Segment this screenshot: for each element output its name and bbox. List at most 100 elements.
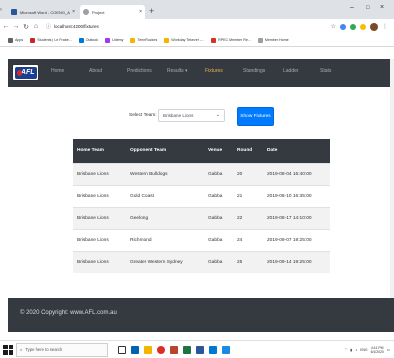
extension-icon[interactable] bbox=[350, 23, 356, 30]
search-icon: ⌕ bbox=[20, 347, 23, 352]
logo-text: AFL bbox=[20, 69, 35, 76]
word-icon[interactable] bbox=[196, 345, 204, 354]
home-team-cell: Brisbane Lions bbox=[73, 184, 126, 207]
input-language[interactable]: ENG bbox=[360, 348, 367, 352]
extension-icon[interactable] bbox=[360, 23, 366, 30]
nav-link-standings[interactable]: Standings bbox=[243, 66, 265, 76]
table-row: Brisbane Lions Geelong Gabba 22 2019-08-… bbox=[73, 206, 330, 229]
bookmark-item[interactable]: Member Home bbox=[257, 37, 289, 43]
home-team-cell: Brisbane Lions bbox=[73, 228, 126, 251]
table-row: Brisbane Lions Greater Western Sydney Ga… bbox=[73, 250, 330, 273]
bookmark-icon bbox=[30, 37, 36, 43]
nav-link-home[interactable]: Home bbox=[51, 66, 64, 76]
round-cell: 21 bbox=[233, 184, 263, 207]
chevron-left-icon: ‹ bbox=[0, 7, 2, 13]
browser-tab-strip: ‹ Microsoft Word - COENG_Assi × Project … bbox=[0, 0, 394, 19]
office-icon[interactable] bbox=[170, 345, 178, 354]
browser-toolbar: ← → ↻ ⌂ ⓘ localhost:4200/fixtures ☆ ⋮ bbox=[0, 19, 394, 34]
system-clock[interactable]: 4:41 PM 6/1/2020 bbox=[371, 346, 384, 354]
outlook-icon bbox=[78, 37, 84, 43]
show-fixtures-button[interactable]: Show Fixtures bbox=[237, 107, 274, 126]
forward-arrow-icon[interactable]: → bbox=[12, 23, 20, 30]
minimize-button[interactable]: – bbox=[350, 4, 354, 12]
close-tab-icon[interactable]: × bbox=[139, 9, 142, 15]
column-header: Venue bbox=[204, 139, 233, 163]
column-header: Home Team bbox=[73, 139, 126, 163]
venue-cell: Gabba bbox=[204, 228, 233, 251]
date-cell: 2019-08-10 16:35:00 bbox=[263, 184, 330, 207]
round-cell: 25 bbox=[233, 250, 263, 273]
chrome-icon[interactable] bbox=[157, 345, 165, 354]
close-tab-icon[interactable]: × bbox=[72, 9, 75, 15]
home-icon[interactable]: ⌂ bbox=[32, 23, 40, 30]
file-explorer-icon[interactable] bbox=[144, 345, 152, 354]
date-cell: 2019-08-04 16:40:00 bbox=[263, 162, 330, 185]
afl-logo[interactable]: AFL bbox=[12, 64, 39, 81]
notification-icon[interactable]: ▭ bbox=[387, 348, 390, 352]
windows-start-icon[interactable] bbox=[3, 344, 13, 355]
bookmark-item[interactable]: Workday Tekever -... bbox=[164, 37, 204, 43]
vscode-icon[interactable] bbox=[209, 345, 217, 354]
date-cell: 2019-08-17 14:10:00 bbox=[263, 206, 330, 229]
venue-cell: Gabba bbox=[204, 250, 233, 273]
network-icon[interactable]: ▮ bbox=[350, 348, 352, 352]
task-view-icon[interactable] bbox=[118, 345, 126, 354]
round-cell: 20 bbox=[233, 162, 263, 185]
taskbar-apps bbox=[118, 345, 230, 354]
table-row: Brisbane Lions Richmond Gabba 24 2019-09… bbox=[73, 228, 330, 251]
bookmark-icon bbox=[211, 37, 217, 43]
opponent-team-cell: Gold Coast bbox=[126, 184, 204, 207]
back-arrow-icon[interactable]: ← bbox=[2, 23, 10, 30]
address-bar[interactable]: ⓘ localhost:4200/fixtures bbox=[46, 22, 331, 32]
windows-taskbar: ⌕ Type here to search ⌃ ▮ ◖ ENG 4:41 PM … bbox=[0, 340, 394, 358]
team-select[interactable]: Brisbane Lions ⌄ bbox=[158, 109, 225, 122]
bookmark-item[interactable]: RPEC Member Re... bbox=[211, 37, 251, 43]
nav-link-ladder[interactable]: Ladder bbox=[283, 66, 299, 76]
volume-icon[interactable]: ◖ bbox=[355, 348, 357, 352]
menu-dots-icon[interactable]: ⋮ bbox=[382, 23, 388, 30]
reload-icon[interactable]: ↻ bbox=[22, 23, 30, 31]
excel-icon[interactable] bbox=[183, 345, 191, 354]
maximize-button[interactable]: □ bbox=[366, 4, 370, 12]
chevron-down-icon: ⌄ bbox=[215, 112, 220, 118]
tab-project[interactable]: Project × bbox=[80, 5, 145, 19]
bookmark-item[interactable]: Students | Le Frabe... bbox=[30, 37, 72, 43]
new-tab-button[interactable]: + bbox=[149, 6, 154, 16]
site-footer: © 2020 Copyright: www.AFL.com.au bbox=[8, 298, 394, 332]
taskbar-search-input[interactable]: ⌕ Type here to search bbox=[16, 342, 108, 357]
nav-link-predictions[interactable]: Predictions bbox=[127, 66, 152, 76]
clock-date: 6/1/2020 bbox=[370, 349, 384, 354]
bookmark-item[interactable]: Udemy bbox=[105, 37, 123, 43]
bookmark-item[interactable]: Outlook bbox=[78, 37, 98, 43]
nav-link-stats[interactable]: Stats bbox=[320, 66, 331, 76]
venue-cell: Gabba bbox=[204, 162, 233, 185]
nav-link-results-dropdown[interactable]: Results ▾ bbox=[167, 66, 188, 76]
star-icon[interactable]: ☆ bbox=[331, 23, 336, 30]
edge-icon[interactable] bbox=[131, 345, 139, 354]
info-icon[interactable]: ⓘ bbox=[46, 23, 51, 30]
scrollbar[interactable] bbox=[390, 59, 394, 298]
date-cell: 2019-09-07 19:25:00 bbox=[263, 228, 330, 251]
table-row: Brisbane Lions Western Bulldogs Gabba 20… bbox=[73, 162, 330, 185]
word-icon bbox=[11, 9, 17, 15]
team-filter: Select Team: Brisbane Lions ⌄ bbox=[0, 106, 394, 128]
mail-icon[interactable] bbox=[222, 345, 230, 354]
opponent-team-cell: Greater Western Sydney bbox=[126, 250, 204, 273]
nav-link-about[interactable]: About bbox=[89, 66, 102, 76]
table-header-row: Home Team Opponent Team Venue Round Date bbox=[73, 139, 330, 163]
bookmark-item[interactable]: TennRuckes bbox=[130, 37, 157, 43]
chevron-up-icon[interactable]: ⌃ bbox=[344, 348, 347, 352]
bookmark-apps[interactable]: Apps bbox=[8, 37, 23, 43]
tab-word-document[interactable]: Microsoft Word - COENG_Assi × bbox=[8, 5, 78, 19]
opponent-team-cell: Geelong bbox=[126, 206, 204, 229]
close-window-button[interactable]: × bbox=[380, 4, 384, 12]
extension-icon[interactable] bbox=[340, 23, 346, 30]
date-cell: 2019-09-14 19:25:00 bbox=[263, 250, 330, 273]
home-team-cell: Brisbane Lions bbox=[73, 162, 126, 185]
tab-title: Microsoft Word - COENG_Assi bbox=[20, 9, 71, 15]
column-header: Date bbox=[263, 139, 330, 163]
column-header: Opponent Team bbox=[126, 139, 204, 163]
nav-link-fixtures[interactable]: Fixtures bbox=[205, 66, 223, 76]
search-placeholder: Type here to search bbox=[25, 347, 63, 352]
profile-avatar[interactable] bbox=[370, 22, 378, 31]
